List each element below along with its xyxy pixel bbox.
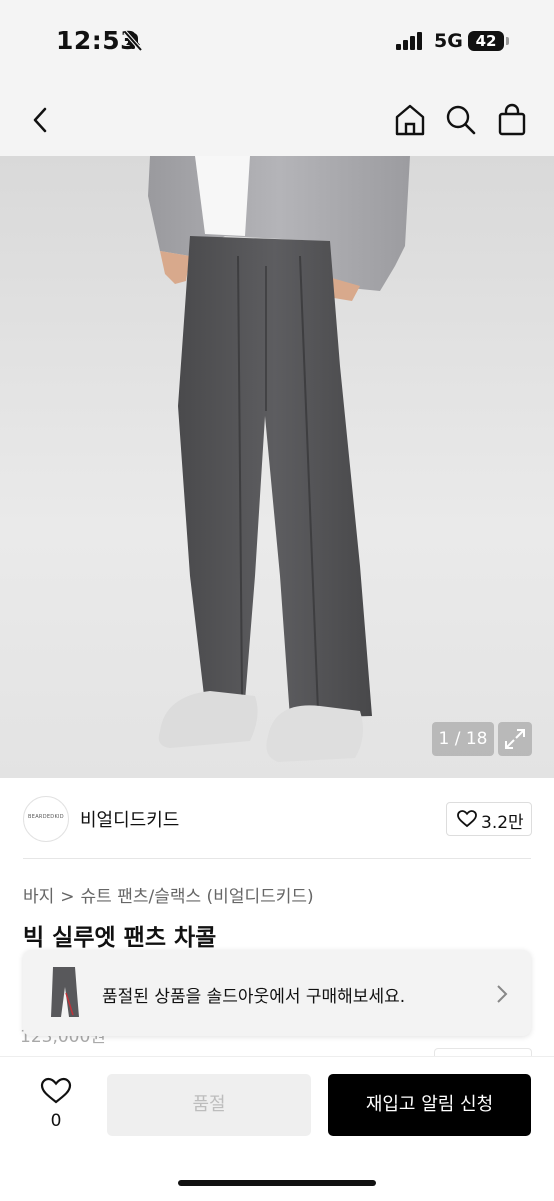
brand-logo-mark: BEARDEDKID — [28, 814, 64, 820]
battery-cap — [506, 37, 509, 45]
banner-product-thumbnail — [39, 963, 89, 1023]
soldout-banner-text: 품절된 상품을 솔드아웃에서 구매해보세요. — [102, 987, 406, 1007]
wishlist-count: 0 — [50, 1111, 62, 1131]
brand-like-button[interactable]: 3.2만 — [446, 802, 532, 836]
product-photo — [148, 156, 410, 762]
bell-muted-icon — [123, 30, 143, 52]
brand-row[interactable]: BEARDEDKID 비얼디드키드 3.2만 — [0, 778, 554, 858]
signal-icon — [396, 32, 422, 50]
soldout-banner[interactable]: 품절된 상품을 솔드아웃에서 구매해보세요. — [23, 950, 531, 1036]
home-icon[interactable] — [394, 103, 426, 137]
product-title: 빅 실루엣 팬츠 차콜 — [23, 925, 217, 951]
breadcrumb-separator: > — [60, 887, 75, 907]
status-bar: 12:53 5G 42 — [0, 0, 554, 84]
wishlist-heart-icon[interactable] — [40, 1077, 72, 1105]
shopping-bag-icon[interactable] — [496, 103, 528, 137]
home-indicator — [178, 1180, 376, 1186]
battery-indicator: 42 — [468, 31, 504, 51]
brand-like-count: 3.2만 — [481, 813, 524, 833]
chevron-right-icon — [497, 985, 508, 1003]
breadcrumb-subcategory[interactable]: 슈트 팬츠/슬랙스 (비얼디드키드) — [81, 887, 314, 907]
image-counter: 1 / 18 — [432, 722, 494, 756]
breadcrumb: 바지 > 슈트 팬츠/슬랙스 (비얼디드키드) — [23, 882, 314, 907]
soldout-button: 품절 — [107, 1074, 311, 1136]
network-type: 5G — [434, 30, 463, 52]
breadcrumb-category[interactable]: 바지 — [23, 887, 54, 907]
search-icon[interactable] — [445, 103, 477, 137]
heart-icon — [457, 810, 477, 828]
chevron-left-icon[interactable] — [28, 103, 54, 137]
divider — [23, 858, 531, 859]
product-image[interactable] — [0, 156, 554, 778]
brand-name[interactable]: 비얼디드키드 — [80, 806, 179, 832]
expand-button[interactable] — [498, 722, 532, 756]
brand-logo[interactable]: BEARDEDKID — [23, 796, 69, 842]
restock-alert-button[interactable]: 재입고 알림 신청 — [328, 1074, 531, 1136]
top-nav-bar — [0, 84, 554, 156]
expand-icon — [505, 729, 525, 749]
